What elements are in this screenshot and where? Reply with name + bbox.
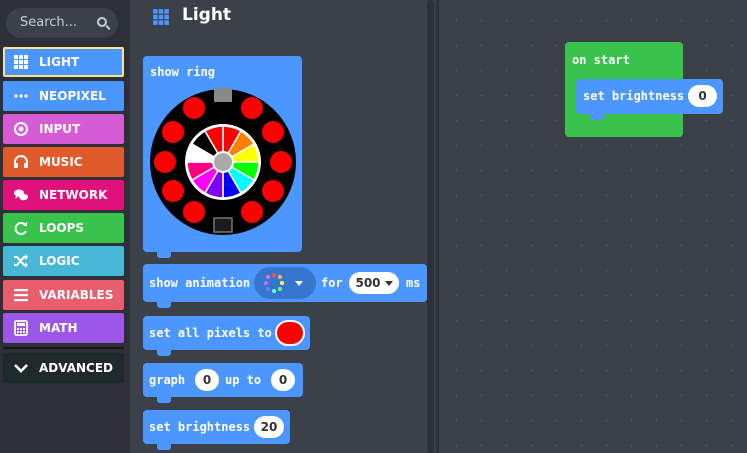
category-logic[interactable]: LOGIC — [3, 246, 124, 276]
lines-icon — [14, 289, 28, 302]
block-notch — [157, 395, 171, 403]
ring-editor[interactable] — [148, 85, 298, 239]
workspace-divider — [436, 0, 439, 453]
grid-icon — [14, 55, 28, 69]
animation-dropdown[interactable] — [254, 267, 316, 299]
category-label: MUSIC — [39, 155, 83, 169]
grid-icon — [153, 9, 169, 25]
duration-dropdown[interactable]: 500 — [349, 272, 399, 294]
category-label: ADVANCED — [39, 361, 114, 375]
brightness-input[interactable]: 0 — [688, 85, 717, 107]
shuffle-icon — [14, 254, 28, 268]
show-animation-block[interactable]: show animation for 500 ms — [143, 264, 427, 308]
led-pixel[interactable] — [183, 97, 205, 119]
graph-block[interactable]: graph 0 up to 0 — [143, 363, 303, 403]
category-network[interactable]: NETWORK — [3, 180, 124, 210]
category-label: LOGIC — [39, 254, 80, 268]
category-music[interactable]: MUSIC — [3, 147, 124, 177]
led-pixel[interactable] — [262, 180, 284, 202]
brightness-input[interactable]: 20 — [254, 416, 284, 438]
set-all-pixels-block[interactable]: set all pixels to — [143, 316, 310, 356]
search-icon[interactable] — [97, 17, 107, 27]
led-pixel[interactable] — [162, 180, 184, 202]
block-label: set all pixels to — [149, 326, 272, 340]
duration-value: 500 — [355, 276, 381, 290]
unit-label: ms — [406, 276, 421, 290]
category-label: MATH — [39, 321, 78, 335]
chat-icon — [14, 189, 28, 201]
flyout-title-text: Light — [182, 5, 232, 25]
category-label: LIGHT — [39, 55, 80, 69]
led-pixel[interactable] — [241, 201, 263, 223]
category-label: NEOPIXEL — [39, 89, 106, 103]
category-neopixel[interactable]: NEOPIXEL — [3, 81, 124, 111]
category-sidebar: Search... LIGHT NEOPIXEL INPUT MUSIC NET… — [0, 0, 130, 453]
color-wheel[interactable] — [185, 124, 261, 200]
category-advanced[interactable]: ADVANCED — [3, 353, 124, 383]
sidebar-divider — [3, 347, 124, 349]
block-label: show animation — [149, 276, 251, 290]
category-label: LOOPS — [39, 221, 85, 235]
for-label: for — [321, 276, 343, 290]
radio-icon — [14, 122, 28, 136]
category-math[interactable]: MATH — [3, 313, 124, 343]
up-to-label: up to — [225, 373, 262, 387]
block-label: set brightness — [583, 89, 685, 103]
category-variables[interactable]: VARIABLES — [3, 280, 124, 310]
block-notch — [157, 348, 171, 356]
block-notch — [157, 442, 171, 450]
led-pixel[interactable] — [262, 121, 284, 143]
category-loops[interactable]: LOOPS — [3, 213, 124, 243]
block-notch — [590, 112, 604, 120]
usb-connector-icon — [214, 88, 232, 102]
workspace-canvas[interactable]: on start set brightness 0 — [436, 0, 747, 453]
set-brightness-block[interactable]: set brightness 0 — [576, 79, 723, 120]
category-label: VARIABLES — [39, 288, 114, 302]
led-pixel[interactable] — [241, 97, 263, 119]
block-label: graph — [149, 373, 186, 387]
flyout-scrollbar[interactable] — [427, 0, 434, 453]
graph-max-input[interactable]: 0 — [271, 369, 295, 391]
dots-icon — [14, 94, 28, 98]
led-pixel[interactable] — [162, 121, 184, 143]
headphones-icon — [14, 155, 28, 168]
chevron-down-icon — [295, 281, 303, 286]
refresh-icon — [14, 222, 27, 235]
animation-preview-icon — [264, 273, 284, 293]
show-ring-block[interactable]: show ring — [143, 56, 302, 258]
battery-connector-icon — [213, 217, 233, 233]
calculator-icon — [14, 320, 28, 336]
category-label: INPUT — [39, 122, 81, 136]
led-pixel[interactable] — [183, 201, 205, 223]
search-box[interactable]: Search... — [6, 8, 118, 38]
block-label: on start — [572, 53, 630, 67]
graph-value-input[interactable]: 0 — [195, 369, 219, 391]
block-label: show ring — [150, 65, 216, 79]
chevron-down-icon — [384, 281, 393, 286]
category-light[interactable]: LIGHT — [3, 47, 124, 77]
block-notch — [157, 250, 171, 258]
block-label: set brightness — [149, 420, 251, 434]
chevron-down-icon — [14, 364, 28, 373]
led-pixel[interactable] — [154, 151, 176, 173]
color-swatch[interactable] — [275, 320, 305, 346]
search-placeholder: Search... — [20, 15, 78, 30]
set-brightness-block[interactable]: set brightness 20 — [143, 410, 290, 450]
category-input[interactable]: INPUT — [3, 114, 124, 144]
category-label: NETWORK — [39, 188, 108, 202]
block-notch — [157, 300, 171, 308]
block-flyout: Light show ring show animation for 500 m… — [130, 0, 436, 453]
led-pixel[interactable] — [270, 151, 292, 173]
